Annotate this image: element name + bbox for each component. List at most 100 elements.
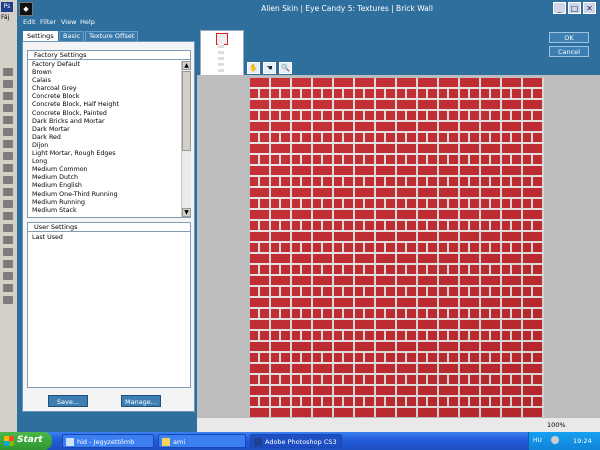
navigator-thumbnail[interactable]	[200, 30, 244, 76]
factory-setting-item[interactable]: Calais	[29, 77, 180, 85]
system-tray: HU 19:24	[528, 432, 600, 450]
tab-bar: Settings Basic Texture Offset	[23, 31, 183, 42]
scroll-down-icon[interactable]: ▼	[182, 208, 191, 217]
taskbar: Start hid - Jegyzettömb ami Adobe Photos…	[0, 432, 600, 450]
tool-icon[interactable]	[3, 188, 13, 196]
menu-help[interactable]: Help	[80, 18, 95, 26]
zoom-level: 100%	[547, 421, 566, 429]
factory-settings-header: Factory Settings	[28, 51, 190, 60]
cancel-button[interactable]: Cancel	[549, 46, 589, 57]
factory-setting-item[interactable]: Concrete Block, Painted	[29, 110, 180, 118]
language-indicator[interactable]: HU	[533, 437, 542, 444]
tool-icon[interactable]	[3, 248, 13, 256]
factory-setting-item[interactable]: Dark Red	[29, 134, 180, 142]
tool-icon[interactable]	[3, 164, 13, 172]
tool-icon[interactable]	[3, 272, 13, 280]
clock: 19:24	[573, 437, 592, 445]
taskbar-item-photoshop[interactable]: Adobe Photoshop CS3	[250, 434, 342, 448]
factory-setting-item[interactable]: Medium One-Third Running	[29, 191, 180, 199]
taskbar-item-label: Adobe Photoshop CS3	[265, 438, 337, 446]
tool-icon[interactable]	[3, 284, 13, 292]
factory-scrollbar[interactable]: ▲ ▼	[181, 61, 191, 217]
menu-edit[interactable]: Edit	[23, 18, 36, 26]
menu-view[interactable]: View	[61, 18, 76, 26]
dialog-actions: OK Cancel	[543, 28, 600, 73]
menu-bar: Edit Filter View Help	[17, 18, 600, 28]
brick-wall-preview	[250, 78, 544, 417]
tool-icon[interactable]	[3, 236, 13, 244]
factory-setting-item[interactable]: Medium Stack	[29, 207, 180, 215]
factory-settings-box: Factory Settings Factory Default Brown Cal…	[27, 50, 191, 218]
close-button[interactable]: ✕	[583, 2, 596, 14]
taskbar-item-notepad[interactable]: hid - Jegyzettömb	[62, 434, 154, 448]
scrollbar-thumb[interactable]	[182, 71, 191, 151]
windows-logo-icon	[4, 436, 14, 446]
factory-setting-item[interactable]: Dark Mortar	[29, 126, 180, 134]
hand-icon[interactable]: ✋	[247, 62, 260, 74]
taskbar-item-label: ami	[173, 438, 186, 446]
user-setting-item[interactable]: Last Used	[29, 234, 189, 242]
photoshop-icon	[254, 438, 262, 446]
factory-setting-item[interactable]: Factory Default	[29, 61, 180, 69]
tool-icon[interactable]	[3, 128, 13, 136]
status-bar	[197, 417, 600, 433]
notepad-icon	[66, 438, 74, 446]
title-bar: ◆ Alien Skin | Eye Candy 5: Textures | B…	[17, 0, 600, 18]
factory-setting-item[interactable]: Medium Common	[29, 166, 180, 174]
factory-setting-item[interactable]: Concrete Block, Half Height	[29, 101, 180, 109]
tool-icon[interactable]	[3, 152, 13, 160]
ok-button[interactable]: OK	[549, 32, 589, 43]
tool-icon[interactable]	[3, 116, 13, 124]
photoshop-logo: Ps	[1, 2, 13, 12]
preview-area[interactable]	[197, 75, 600, 417]
app-icon[interactable]: ◆	[19, 2, 33, 16]
tool-icon[interactable]	[3, 104, 13, 112]
factory-setting-item[interactable]: Dark Bricks and Mortar	[29, 118, 180, 126]
settings-panel: Factory Settings Factory Default Brown Cal…	[22, 41, 195, 412]
factory-setting-item[interactable]: Medium English	[29, 182, 180, 190]
factory-setting-item[interactable]: Medium Dutch	[29, 174, 180, 182]
factory-setting-item[interactable]: Concrete Block	[29, 93, 180, 101]
zoom-icon[interactable]: 🔍	[279, 62, 292, 74]
navigator-checker	[218, 44, 224, 72]
start-label: Start	[17, 435, 43, 445]
factory-setting-item[interactable]: Charcoal Grey	[29, 85, 180, 93]
start-button[interactable]: Start	[0, 432, 52, 450]
factory-setting-item[interactable]: Medium Running	[29, 199, 180, 207]
photoshop-toolbox	[2, 64, 14, 308]
taskbar-item-label: hid - Jegyzettömb	[77, 438, 135, 446]
taskbar-item-folder[interactable]: ami	[158, 434, 246, 448]
user-settings-box: User Settings Last Used	[27, 222, 191, 388]
tool-icon[interactable]	[3, 296, 13, 304]
tool-icon[interactable]	[3, 224, 13, 232]
folder-icon	[162, 438, 170, 446]
preview-shading	[250, 78, 544, 417]
minimize-button[interactable]: _	[553, 2, 566, 14]
menu-filter[interactable]: Filter	[40, 18, 56, 26]
factory-setting-item[interactable]: Dijon	[29, 142, 180, 150]
save-button[interactable]: Save...	[48, 395, 88, 407]
factory-setting-item[interactable]: Brown	[29, 69, 180, 77]
pan-icon[interactable]: ☚	[263, 62, 276, 74]
tool-icon[interactable]	[3, 212, 13, 220]
factory-setting-item[interactable]: Long	[29, 158, 180, 166]
tool-icon[interactable]	[3, 260, 13, 268]
scroll-up-icon[interactable]: ▲	[182, 61, 191, 70]
window-title: Alien Skin | Eye Candy 5: Textures | Bri…	[261, 4, 433, 13]
manage-button[interactable]: Manage...	[121, 395, 161, 407]
factory-setting-item[interactable]: Light Mortar, Rough Edges	[29, 150, 180, 158]
user-settings-header: User Settings	[28, 223, 190, 232]
eye-candy-dialog: ◆ Alien Skin | Eye Candy 5: Textures | B…	[17, 0, 600, 433]
factory-settings-list[interactable]: Factory Default Brown Calais Charcoal Grey C…	[29, 61, 180, 217]
tool-icon[interactable]	[3, 68, 13, 76]
tool-icon[interactable]	[3, 80, 13, 88]
tray-icon[interactable]	[551, 436, 559, 444]
tool-icon[interactable]	[3, 176, 13, 184]
maximize-button[interactable]: □	[568, 2, 581, 14]
photoshop-menu-file[interactable]: Fáj	[1, 14, 9, 21]
tool-icon[interactable]	[3, 140, 13, 148]
user-settings-list[interactable]: Last Used	[29, 234, 189, 242]
tool-icon[interactable]	[3, 200, 13, 208]
photoshop-tool-strip: Ps Fáj	[0, 0, 18, 432]
tool-icon[interactable]	[3, 92, 13, 100]
